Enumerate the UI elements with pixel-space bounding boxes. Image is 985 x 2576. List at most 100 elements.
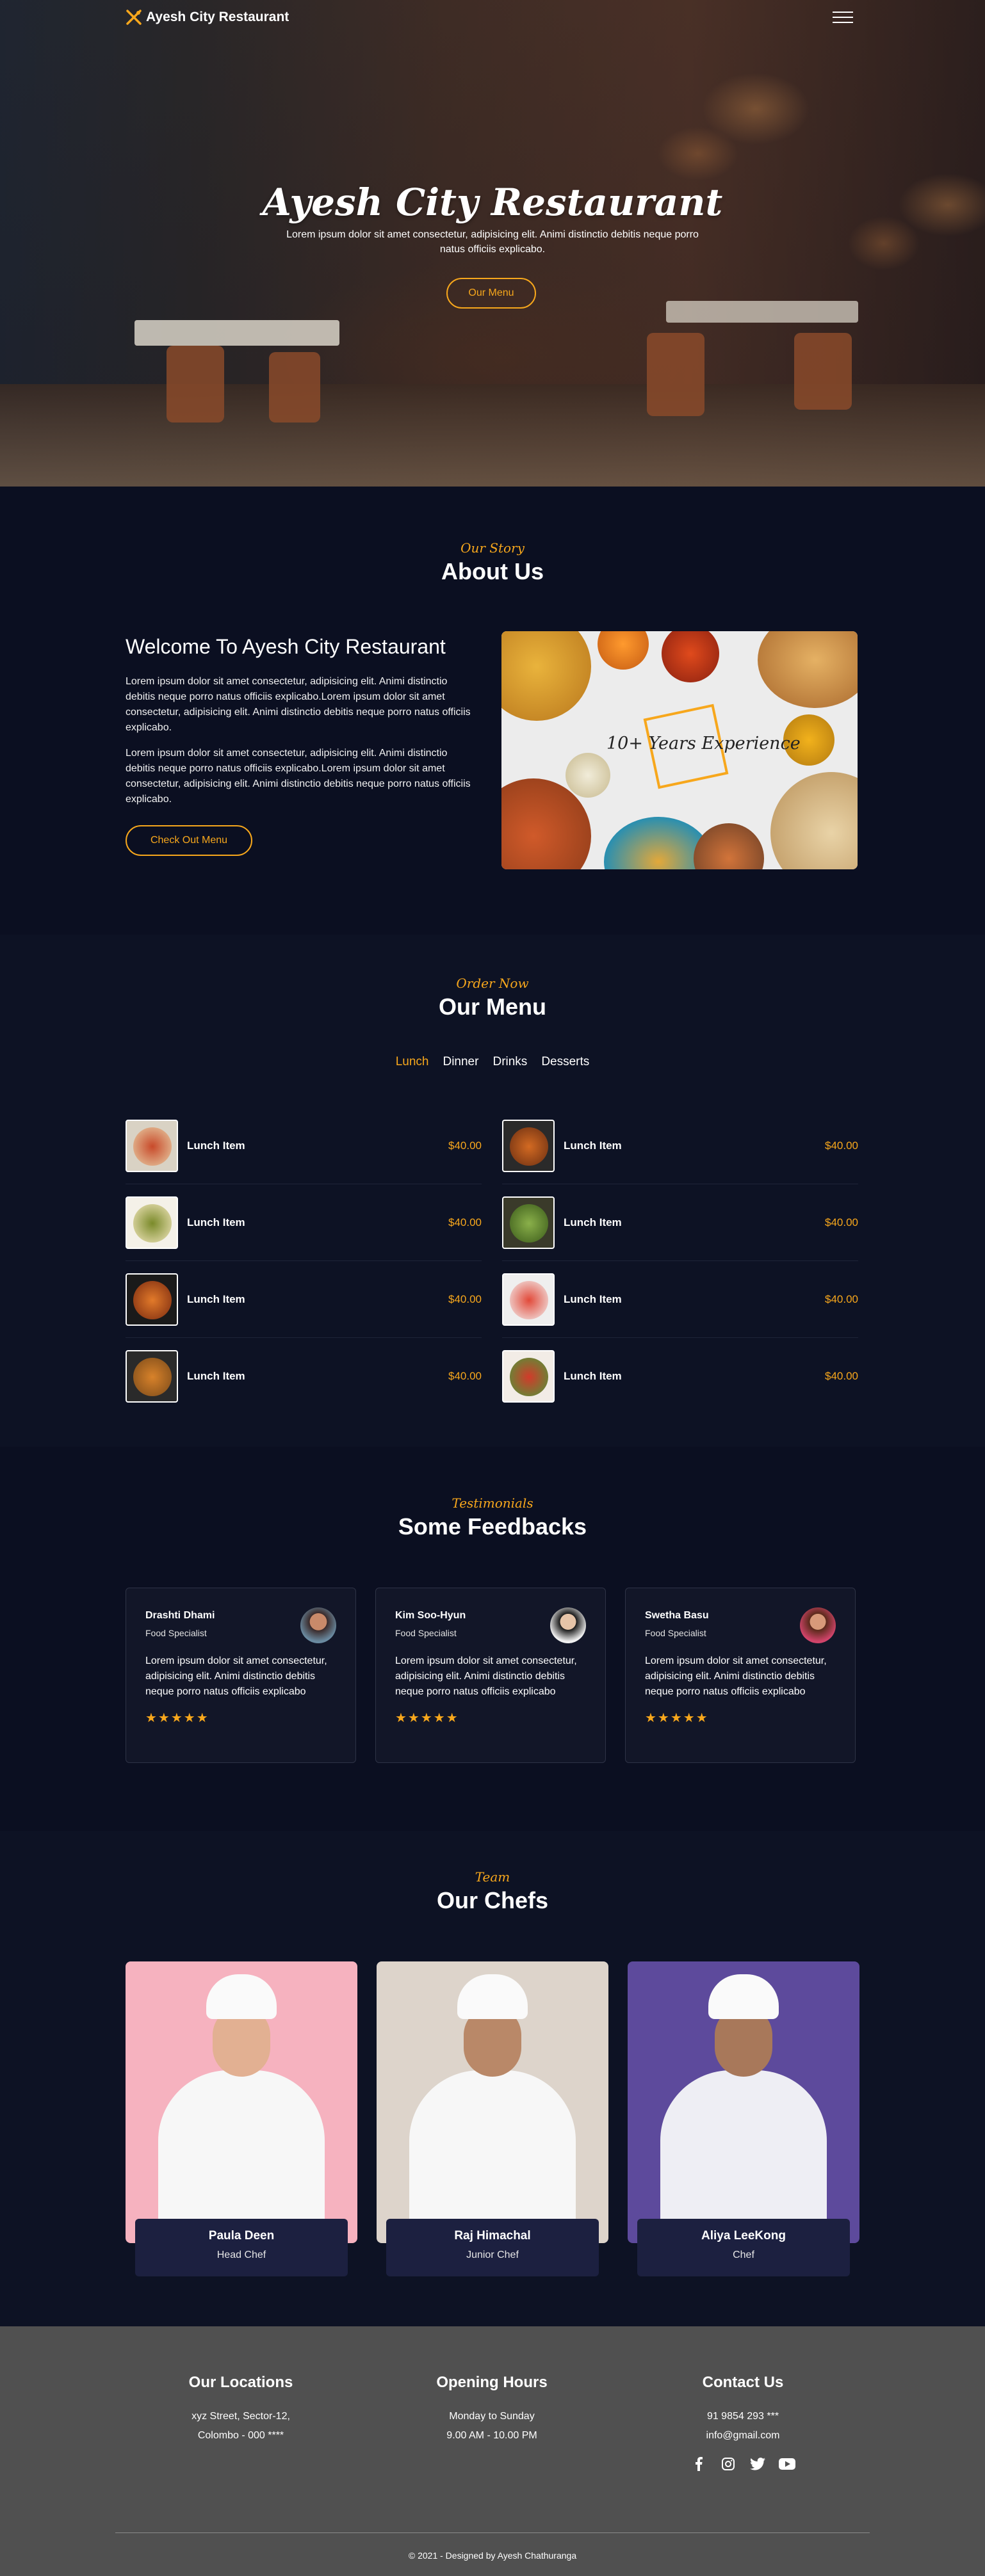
phone-number[interactable]: 91 9854 293 *** (617, 2407, 868, 2426)
testimonial-card: Swetha Basu Food Specialist Lorem ipsum … (625, 1588, 856, 1763)
footer-divider (115, 2532, 870, 2533)
menu-item-image (126, 1273, 178, 1326)
menu-item-image (126, 1350, 178, 1403)
twitter-icon[interactable] (749, 2456, 766, 2472)
menu-item-price: $40.00 (825, 1370, 858, 1382)
menu-item-name: Lunch Item (187, 1292, 245, 1305)
youtube-icon[interactable] (779, 2456, 795, 2472)
copyright-text: © 2021 - Designed by Ayesh Chathuranga (408, 2550, 577, 2561)
tab-lunch[interactable]: Lunch (396, 1055, 429, 1069)
our-menu-button[interactable]: Our Menu (446, 278, 536, 309)
chef-info: Paula Deen Head Chef (135, 2219, 348, 2276)
rating-stars: ★★★★★ (395, 1711, 459, 1725)
menu-item[interactable]: Lunch Item $40.00 (126, 1261, 482, 1338)
hero-background-chair (167, 346, 224, 423)
testimonial-text: Lorem ipsum dolor sit amet consectetur, … (645, 1655, 827, 1697)
menu-title: Our Menu (439, 994, 546, 1020)
menu-item[interactable]: Lunch Item $40.00 (502, 1184, 858, 1261)
brand-link[interactable]: Ayesh City Restaurant (126, 9, 289, 26)
menu-list: Lunch Item $40.00 Lunch Item $40.00 Lunc… (126, 1107, 858, 1415)
chef-name: Paula Deen (208, 2229, 275, 2242)
menu-section: Order Now Our Menu Lunch Dinner Drinks D… (0, 935, 985, 1447)
avatar (550, 1607, 586, 1643)
avatar (800, 1607, 836, 1643)
testimonial-card: Drashti Dhami Food Specialist Lorem ipsu… (126, 1588, 356, 1763)
menu-item[interactable]: Lunch Item $40.00 (502, 1261, 858, 1338)
menu-item-name: Lunch Item (187, 1139, 245, 1152)
menu-item[interactable]: Lunch Item $40.00 (126, 1184, 482, 1261)
chef-role: Head Chef (216, 2250, 266, 2260)
menu-item-price: $40.00 (448, 1216, 482, 1228)
dish-plate (662, 631, 719, 682)
about-section: Our Story About Us Welcome To Ayesh City… (0, 487, 985, 935)
chefs-subtitle: Team (475, 1869, 510, 1885)
menu-item-name: Lunch Item (187, 1216, 245, 1228)
chef-role: Chef (733, 2250, 754, 2260)
menu-item[interactable]: Lunch Item $40.00 (502, 1338, 858, 1415)
chefs-title: Our Chefs (436, 1887, 549, 1913)
tab-desserts[interactable]: Desserts (541, 1055, 589, 1069)
chef-photo (377, 1961, 608, 2243)
menu-item-price: $40.00 (448, 1292, 482, 1305)
footer: Our Locations xyz Street, Sector-12, Col… (0, 2326, 985, 2576)
menu-item-image (502, 1350, 555, 1403)
menu-item-name: Lunch Item (187, 1370, 245, 1382)
utensils-icon (126, 10, 142, 25)
footer-heading: Contact Us (702, 2374, 784, 2391)
tab-drinks[interactable]: Drinks (492, 1055, 527, 1069)
menu-subtitle: Order Now (456, 976, 529, 991)
hero-background-chair (794, 333, 852, 410)
chefs-section: Team Our Chefs Paula Deen Head Chef Raj … (0, 1831, 985, 2326)
navbar: Ayesh City Restaurant (0, 0, 985, 37)
dish-plate (770, 772, 858, 869)
tab-dinner[interactable]: Dinner (443, 1055, 478, 1069)
address-line: xyz Street, Sector-12, (191, 2411, 290, 2422)
about-image: 10+ Years Experience (501, 631, 858, 869)
hamburger-menu-icon[interactable] (833, 12, 853, 26)
about-heading: Welcome To Ayesh City Restaurant (126, 635, 446, 658)
hero-text: Lorem ipsum dolor sit amet consectetur, … (286, 229, 699, 255)
menu-item[interactable]: Lunch Item $40.00 (502, 1107, 858, 1184)
instagram-icon[interactable] (720, 2456, 737, 2472)
email-address[interactable]: info@gmail.com (617, 2426, 868, 2445)
hero-background-table (134, 320, 339, 346)
footer-contact: Contact Us 91 9854 293 *** info@gmail.co… (617, 2374, 868, 2472)
dish-plate (598, 631, 649, 670)
dish-plate (694, 823, 764, 869)
menu-item[interactable]: Lunch Item $40.00 (126, 1338, 482, 1415)
menu-item-price: $40.00 (448, 1370, 482, 1382)
address-line: Colombo - 000 **** (197, 2430, 284, 2441)
testimonials-title: Some Feedbacks (398, 1513, 587, 1540)
footer-heading: Opening Hours (436, 2374, 548, 2391)
hero-title: Ayesh City Restaurant (262, 181, 723, 224)
experience-caption: 10+ Years Experience (606, 734, 801, 753)
check-out-menu-button[interactable]: Check Out Menu (126, 825, 252, 856)
footer-heading: Our Locations (188, 2374, 293, 2391)
menu-item-price: $40.00 (448, 1139, 482, 1152)
menu-item-image (502, 1196, 555, 1249)
about-title: About Us (441, 558, 544, 584)
chef-card: Raj Himachal Junior Chef (377, 1961, 608, 2276)
menu-tabs: Lunch Dinner Drinks Desserts (0, 1055, 985, 1069)
dish-plate (566, 753, 610, 798)
menu-item-image (502, 1119, 555, 1172)
testimonial-card: Kim Soo-Hyun Food Specialist Lorem ipsum… (375, 1588, 606, 1763)
chef-name: Raj Himachal (454, 2229, 531, 2242)
rating-stars: ★★★★★ (145, 1711, 209, 1725)
menu-item[interactable]: Lunch Item $40.00 (126, 1107, 482, 1184)
menu-item-name: Lunch Item (564, 1292, 622, 1305)
testimonial-text: Lorem ipsum dolor sit amet consectetur, … (145, 1655, 327, 1697)
footer-locations: Our Locations xyz Street, Sector-12, Col… (115, 2374, 366, 2472)
dish-plate (758, 631, 858, 708)
menu-item-name: Lunch Item (564, 1216, 622, 1228)
menu-item-price: $40.00 (825, 1139, 858, 1152)
facebook-icon[interactable] (690, 2456, 707, 2472)
chef-role: Junior Chef (466, 2250, 519, 2260)
menu-item-price: $40.00 (825, 1292, 858, 1305)
avatar (300, 1607, 336, 1643)
chef-name: Aliya LeeKong (701, 2229, 786, 2242)
chef-photo (628, 1961, 859, 2243)
menu-item-price: $40.00 (825, 1216, 858, 1228)
hero-section: Ayesh City Restaurant Lorem ipsum dolor … (0, 0, 985, 487)
hours-time: 9.00 AM - 10.00 PM (446, 2430, 537, 2441)
